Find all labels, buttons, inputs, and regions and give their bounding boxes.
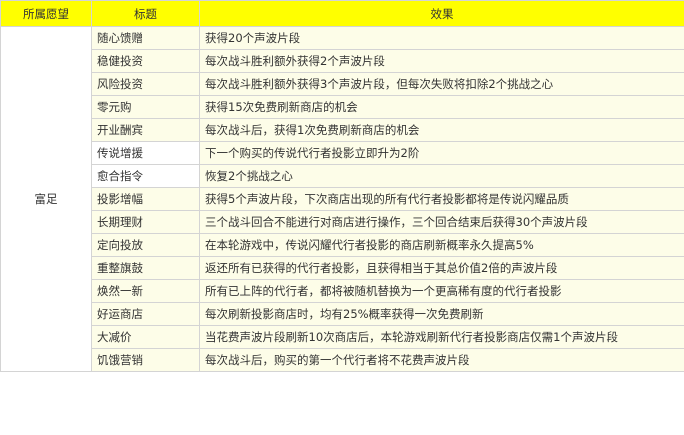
- effect-cell: 每次刷新投影商店时，均有25%概率获得一次免费刷新: [199, 302, 684, 326]
- effects-table: 所属愿望 标题 效果 富足 随心馈赠 获得20个声波片段 稳健投资 每次战斗胜利…: [0, 0, 684, 372]
- effect-cell: 恢复2个挑战之心: [199, 164, 684, 188]
- title-cell: 随心馈赠: [91, 26, 200, 50]
- title-cell: 焕然一新: [91, 279, 200, 303]
- title-cell: 风险投资: [91, 72, 200, 96]
- table-row: 投影增幅 获得5个声波片段，下次商店出现的所有代行者投影都将是传说闪耀品质: [1, 187, 684, 211]
- header-wish: 所属愿望: [0, 0, 92, 27]
- title-cell: 传说增援: [91, 141, 200, 165]
- header-row: 所属愿望 标题 效果: [0, 0, 684, 27]
- title-cell: 零元购: [91, 95, 200, 119]
- title-cell: 开业酬宾: [91, 118, 200, 142]
- title-cell: 稳健投资: [91, 49, 200, 73]
- title-cell: 愈合指令: [91, 164, 200, 188]
- table-row: 风险投资 每次战斗胜利额外获得3个声波片段，但每次失败将扣除2个挑战之心: [1, 72, 684, 96]
- effect-cell: 返还所有已获得的代行者投影，且获得相当于其总价值2倍的声波片段: [199, 256, 684, 280]
- table-row: 富足 随心馈赠 获得20个声波片段: [0, 26, 684, 372]
- table-row: 重整旗鼓 返还所有已获得的代行者投影，且获得相当于其总价值2倍的声波片段: [1, 256, 684, 280]
- table-row: 焕然一新 所有已上阵的代行者，都将被随机替换为一个更高稀有度的代行者投影: [1, 279, 684, 303]
- title-cell: 饥饿营销: [91, 348, 200, 372]
- table-row: 零元购 获得15次免费刷新商店的机会: [1, 95, 684, 119]
- effect-cell: 每次战斗后，购买的第一个代行者将不花费声波片段: [199, 348, 684, 372]
- title-cell: 大减价: [91, 325, 200, 349]
- table-row: 大减价 当花费声波片段刷新10次商店后，本轮游戏刷新代行者投影商店仅需1个声波片…: [1, 325, 684, 349]
- title-cell: 好运商店: [91, 302, 200, 326]
- title-cell: 重整旗鼓: [91, 256, 200, 280]
- header-title: 标题: [91, 0, 200, 27]
- title-cell: 投影增幅: [91, 187, 200, 211]
- table-row: 开业酬宾 每次战斗后，获得1次免费刷新商店的机会: [1, 118, 684, 142]
- effect-cell: 所有已上阵的代行者，都将被随机替换为一个更高稀有度的代行者投影: [199, 279, 684, 303]
- effect-cell: 三个战斗回合不能进行对商店进行操作，三个回合结束后获得30个声波片段: [199, 210, 684, 234]
- table-row: 好运商店 每次刷新投影商店时，均有25%概率获得一次免费刷新: [1, 302, 684, 326]
- table-row: 传说增援 下一个购买的传说代行者投影立即升为2阶: [1, 141, 684, 165]
- effect-cell: 获得5个声波片段，下次商店出现的所有代行者投影都将是传说闪耀品质: [199, 187, 684, 211]
- effect-cell: 在本轮游戏中，传说闪耀代行者投影的商店刷新概率永久提高5%: [199, 233, 684, 257]
- table-row: 愈合指令 恢复2个挑战之心: [1, 164, 684, 188]
- effect-cell: 获得15次免费刷新商店的机会: [199, 95, 684, 119]
- effect-cell: 当花费声波片段刷新10次商店后，本轮游戏刷新代行者投影商店仅需1个声波片段: [199, 325, 684, 349]
- table-row: 长期理财 三个战斗回合不能进行对商店进行操作，三个回合结束后获得30个声波片段: [1, 210, 684, 234]
- effect-cell: 下一个购买的传说代行者投影立即升为2阶: [199, 141, 684, 165]
- effect-cell: 获得20个声波片段: [199, 26, 684, 50]
- effect-cell: 每次战斗胜利额外获得3个声波片段，但每次失败将扣除2个挑战之心: [199, 72, 684, 96]
- header-effect: 效果: [199, 0, 684, 27]
- title-cell: 定向投放: [91, 233, 200, 257]
- wish-group-cell: 富足: [0, 26, 92, 372]
- table-row: 稳健投资 每次战斗胜利额外获得2个声波片段: [1, 49, 684, 73]
- table-row: 定向投放 在本轮游戏中，传说闪耀代行者投影的商店刷新概率永久提高5%: [1, 233, 684, 257]
- table-row: 饥饿营销 每次战斗后，购买的第一个代行者将不花费声波片段: [1, 348, 684, 372]
- title-cell: 长期理财: [91, 210, 200, 234]
- effect-cell: 每次战斗胜利额外获得2个声波片段: [199, 49, 684, 73]
- effect-cell: 每次战斗后，获得1次免费刷新商店的机会: [199, 118, 684, 142]
